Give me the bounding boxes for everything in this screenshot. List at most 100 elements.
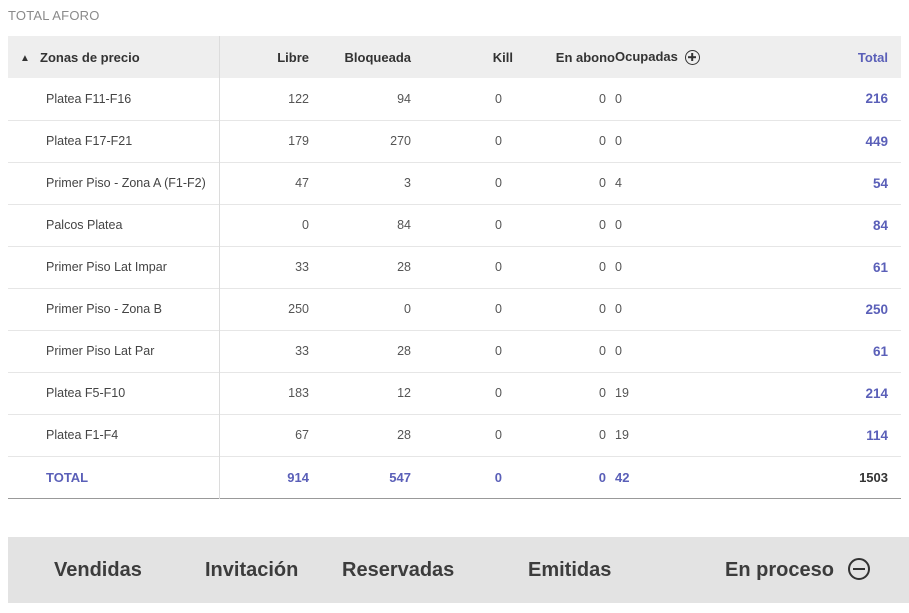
cell-total: 1503 bbox=[859, 469, 888, 485]
cell-libre: 33 bbox=[295, 260, 309, 274]
cell-libre: 183 bbox=[288, 386, 309, 400]
column-header-zona-label: Zonas de precio bbox=[40, 49, 140, 65]
cell-total: 61 bbox=[872, 343, 888, 359]
column-header-libre: Libre bbox=[277, 49, 309, 65]
tab-reservadas[interactable]: Reservadas bbox=[342, 537, 454, 603]
cell-bloqueada: 28 bbox=[397, 428, 411, 442]
cell-abono: 0 bbox=[599, 91, 606, 106]
cell-abono: 0 bbox=[599, 302, 606, 316]
table-row: Platea F17-F21 179 270 0 0 0 449 bbox=[8, 120, 901, 162]
cell-abono: 0 bbox=[599, 344, 606, 358]
cell-abono: 0 bbox=[599, 260, 606, 274]
plus-circle-icon[interactable] bbox=[684, 49, 700, 65]
cell-zona: Platea F17-F21 bbox=[8, 120, 220, 162]
cell-ocupadas: 0 bbox=[615, 260, 622, 274]
cell-libre: 33 bbox=[295, 344, 309, 358]
cell-kill: 0 bbox=[495, 344, 502, 358]
table-body: Platea F11-F16 122 94 0 0 0 216 Platea F17-F21 1… bbox=[8, 78, 901, 498]
table-row: Platea F11-F16 122 94 0 0 0 216 bbox=[8, 78, 901, 120]
tab-en-proceso[interactable]: En proceso bbox=[725, 537, 870, 603]
column-header-abono: En abono bbox=[555, 49, 615, 65]
table-row: Primer Piso - Zona A (F1-F2) 47 3 0 0 4 54 bbox=[8, 162, 901, 204]
cell-abono: 0 bbox=[599, 386, 606, 400]
cell-ocupadas: 0 bbox=[615, 302, 622, 316]
cell-zona: Platea F11-F16 bbox=[8, 78, 220, 120]
cell-abono: 0 bbox=[598, 469, 606, 485]
cell-libre: 122 bbox=[288, 91, 309, 106]
cell-total: 449 bbox=[865, 133, 888, 149]
cell-zona: TOTAL bbox=[8, 456, 220, 498]
tab-vendidas[interactable]: Vendidas bbox=[54, 537, 142, 603]
cell-kill: 0 bbox=[495, 134, 502, 148]
cell-abono: 0 bbox=[599, 218, 606, 232]
cell-total: 61 bbox=[872, 259, 888, 275]
tab-en-proceso-label: En proceso bbox=[725, 559, 834, 581]
table-row: Platea F5-F10 183 12 0 0 19 214 bbox=[8, 372, 901, 414]
cell-kill: 0 bbox=[495, 91, 502, 106]
cell-libre: 67 bbox=[295, 428, 309, 442]
cell-zona: Palcos Platea bbox=[8, 204, 220, 246]
cell-total: 216 bbox=[865, 91, 888, 107]
cell-zona: Primer Piso Lat Par bbox=[8, 330, 220, 372]
cell-libre: 0 bbox=[302, 218, 309, 232]
table-row: Primer Piso Lat Par 33 28 0 0 0 61 bbox=[8, 330, 901, 372]
section-title: TOTAL AFORO bbox=[8, 8, 100, 23]
table-row: Palcos Platea 0 84 0 0 0 84 bbox=[8, 204, 901, 246]
cell-libre: 47 bbox=[295, 176, 309, 190]
cell-zona: Platea F5-F10 bbox=[8, 372, 220, 414]
column-header-total: Total bbox=[857, 49, 888, 65]
table-row: Primer Piso Lat Impar 33 28 0 0 0 61 bbox=[8, 246, 901, 288]
table-header-row: ▲ Zonas de precio Libre Bloqueada Kill En… bbox=[8, 36, 901, 78]
chevron-up-icon[interactable]: ▲ bbox=[20, 53, 40, 64]
cell-zona: Primer Piso - Zona B bbox=[8, 288, 220, 330]
minus-circle-icon[interactable] bbox=[847, 558, 870, 581]
cell-kill: 0 bbox=[495, 386, 502, 400]
column-header-ocupadas-label: Ocupadas bbox=[615, 49, 678, 65]
cell-bloqueada: 94 bbox=[397, 91, 411, 106]
column-header-bloqueada: Bloqueada bbox=[344, 49, 411, 65]
cell-kill: 0 bbox=[494, 469, 502, 485]
cell-total: 114 bbox=[866, 427, 888, 443]
cell-total: 84 bbox=[872, 217, 888, 233]
cell-zona: Primer Piso Lat Impar bbox=[8, 246, 220, 288]
column-header-zona[interactable]: ▲ Zonas de precio bbox=[8, 36, 220, 78]
cell-abono: 0 bbox=[599, 176, 606, 190]
cell-ocupadas: 0 bbox=[615, 218, 622, 232]
tab-emitidas[interactable]: Emitidas bbox=[528, 537, 611, 603]
cell-bloqueada: 270 bbox=[390, 134, 411, 148]
cell-ocupadas: 42 bbox=[615, 469, 630, 485]
cell-libre: 250 bbox=[288, 302, 309, 316]
cell-ocupadas: 19 bbox=[615, 428, 629, 442]
column-header-kill: Kill bbox=[492, 49, 513, 65]
cell-kill: 0 bbox=[495, 302, 502, 316]
cell-kill: 0 bbox=[495, 428, 502, 442]
cell-bloqueada: 28 bbox=[397, 344, 411, 358]
table-row: Primer Piso - Zona B 250 0 0 0 0 250 bbox=[8, 288, 901, 330]
table-row: Platea F1-F4 67 28 0 0 19 114 bbox=[8, 414, 901, 456]
aforo-table-container: ▲ Zonas de precio Libre Bloqueada Kill En… bbox=[8, 36, 901, 499]
cell-ocupadas: 0 bbox=[615, 134, 622, 148]
cell-ocupadas: 4 bbox=[615, 176, 622, 190]
cell-abono: 0 bbox=[599, 134, 606, 148]
cell-bloqueada: 28 bbox=[397, 260, 411, 274]
cell-zona: Platea F1-F4 bbox=[8, 414, 220, 456]
cell-ocupadas: 19 bbox=[615, 386, 629, 400]
column-header-ocupadas: Ocupadas bbox=[615, 36, 761, 78]
cell-total: 250 bbox=[865, 301, 888, 317]
cell-libre: 179 bbox=[288, 134, 309, 148]
cell-ocupadas: 0 bbox=[615, 91, 622, 106]
aforo-table: ▲ Zonas de precio Libre Bloqueada Kill En… bbox=[8, 36, 901, 499]
cell-kill: 0 bbox=[495, 218, 502, 232]
cell-total: 54 bbox=[872, 175, 888, 191]
cell-total: 214 bbox=[865, 385, 888, 401]
cell-kill: 0 bbox=[495, 176, 502, 190]
tab-invitacion[interactable]: Invitación bbox=[205, 537, 298, 603]
cell-zona: Primer Piso - Zona A (F1-F2) bbox=[8, 162, 220, 204]
table-total-row: TOTAL 914 547 0 0 42 1503 bbox=[8, 456, 901, 498]
cell-bloqueada: 84 bbox=[397, 218, 411, 232]
bottom-status-bar: Vendidas Invitación Reservadas Emitidas … bbox=[8, 537, 909, 603]
cell-bloqueada: 547 bbox=[389, 469, 411, 485]
cell-abono: 0 bbox=[599, 428, 606, 442]
cell-kill: 0 bbox=[495, 260, 502, 274]
cell-bloqueada: 3 bbox=[404, 176, 411, 190]
